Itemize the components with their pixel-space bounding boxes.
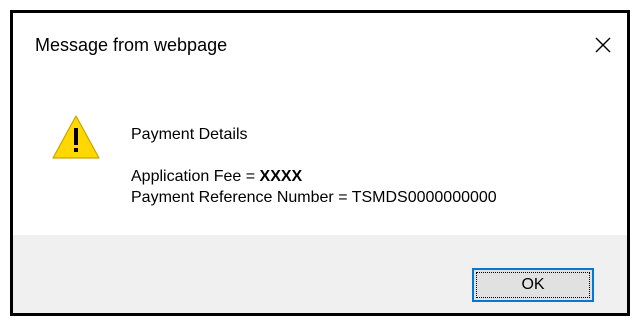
fee-value: XXXX [259, 168, 303, 185]
fee-line: Application Fee = XXXX [131, 166, 497, 187]
screen-frame: Message from webpage Payment Details App… [0, 0, 635, 327]
close-button[interactable] [583, 25, 623, 65]
close-icon [595, 37, 611, 53]
dialog-footer: OK [13, 235, 627, 313]
message-heading: Payment Details [131, 126, 248, 143]
message-text: Payment Details Application Fee = XXXX P… [131, 124, 497, 208]
reference-value: TSMDS0000000000 [351, 189, 497, 206]
reference-label: Payment Reference Number = [131, 189, 352, 206]
reference-line: Payment Reference Number = TSMDS00000000… [131, 187, 497, 208]
ok-button-label: OK [521, 276, 545, 293]
dialog-content: Payment Details Application Fee = XXXX P… [13, 75, 627, 235]
ok-button[interactable]: OK [472, 268, 594, 302]
warning-icon [52, 115, 100, 159]
fee-label: Application Fee = [131, 168, 260, 185]
dialog-titlebar: Message from webpage [13, 13, 627, 75]
dialog-title: Message from webpage [35, 35, 228, 55]
message-dialog: Message from webpage Payment Details App… [10, 10, 630, 316]
